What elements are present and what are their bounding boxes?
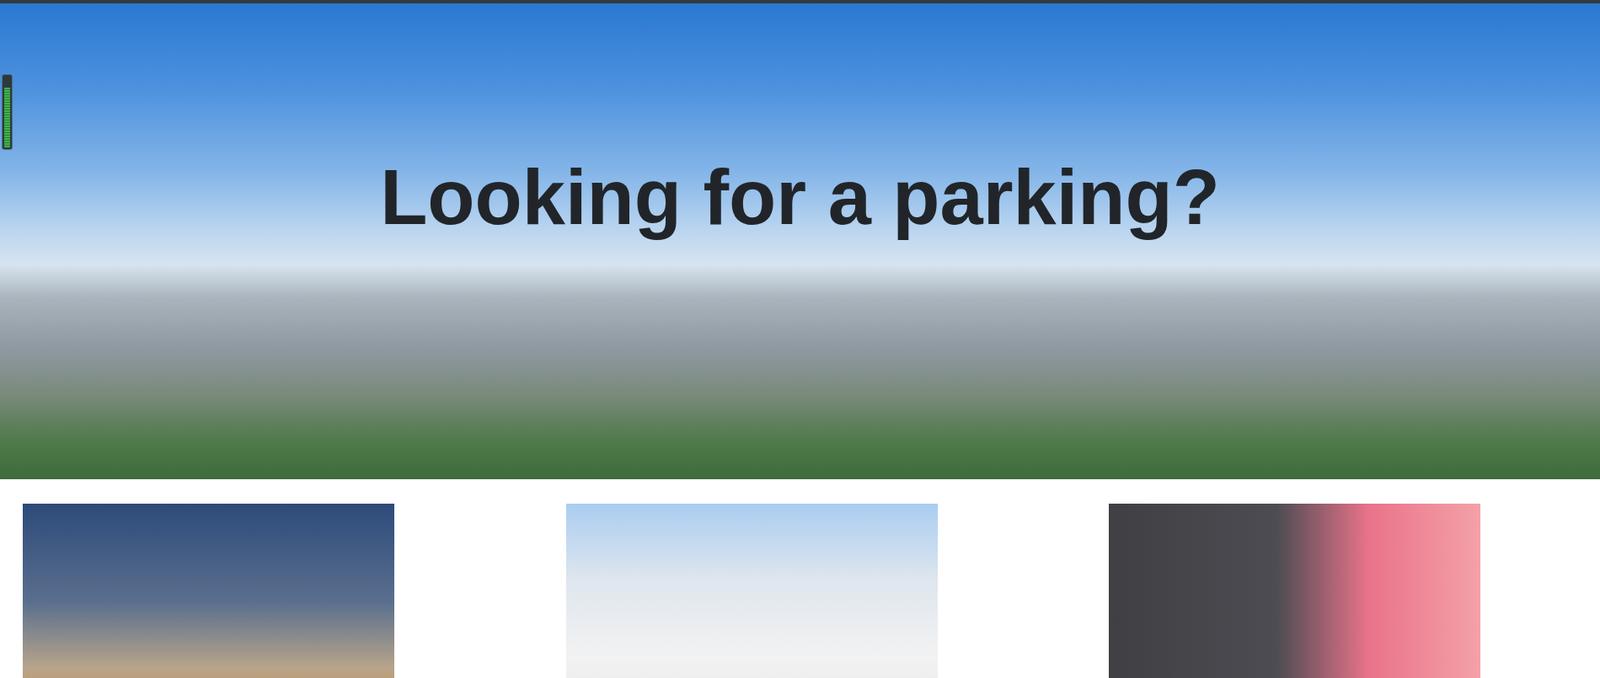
parking-card[interactable] <box>22 503 395 678</box>
side-meter[interactable] <box>1 74 13 150</box>
side-meter-fill <box>4 87 11 148</box>
hero-heading: Looking for a parking? <box>369 153 1231 243</box>
hero-banner: Looking for a parking? <box>0 3 1600 480</box>
card-list <box>0 479 1600 678</box>
parking-card[interactable] <box>1108 503 1481 678</box>
parking-card[interactable] <box>566 503 938 678</box>
